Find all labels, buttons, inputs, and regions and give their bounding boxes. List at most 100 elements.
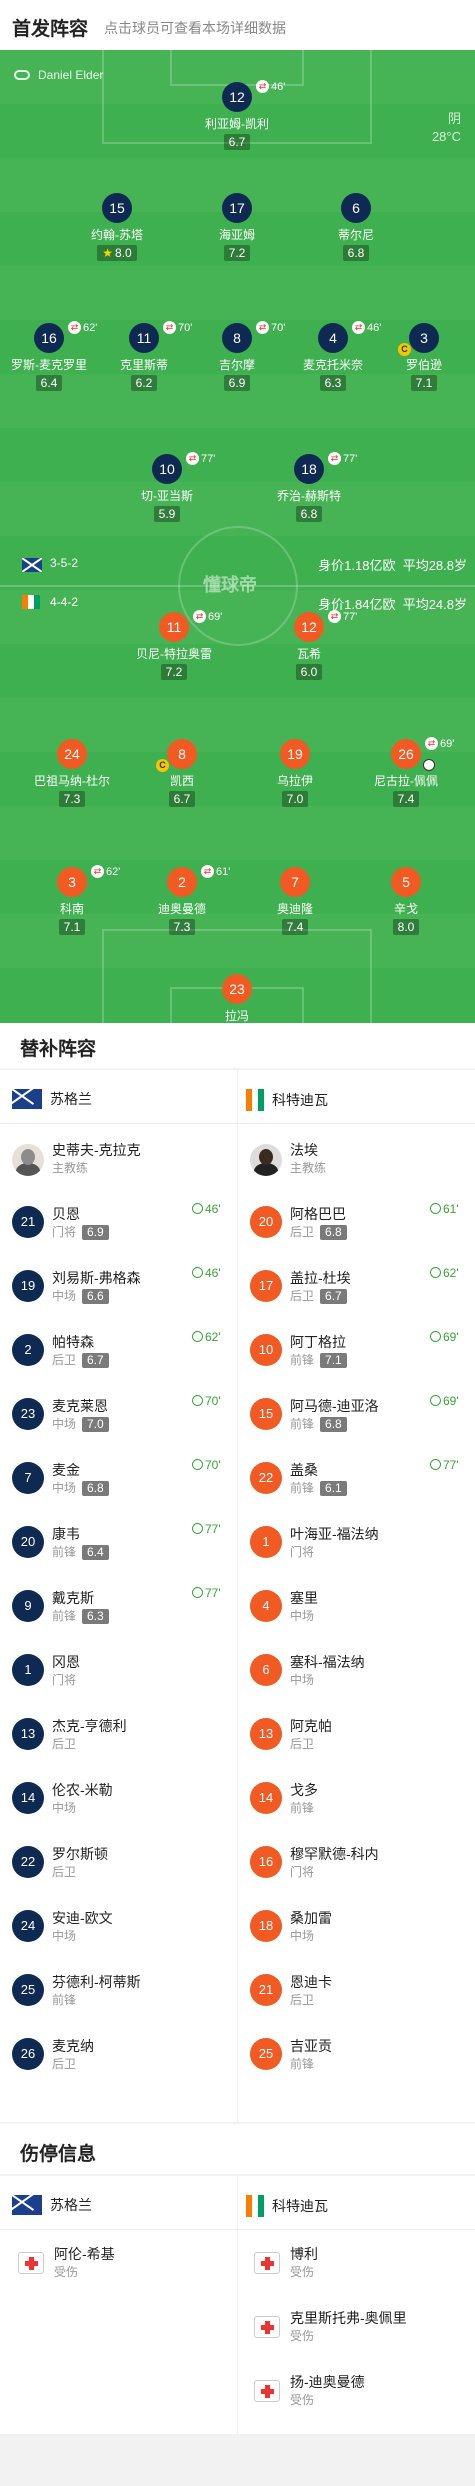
player-rating: 5.9 xyxy=(153,506,181,522)
player[interactable]: 5 辛戈 8.0 xyxy=(341,867,471,936)
player-number: 23 xyxy=(222,974,252,1004)
sub-player-row[interactable]: 13 阿克帕 后卫 xyxy=(250,1704,465,1768)
sub-player-number: 9 xyxy=(12,1590,44,1622)
sub-player-row[interactable]: 22 盖桑 前锋 6.1 77' xyxy=(250,1448,465,1512)
sub-player-position: 前锋 6.3 xyxy=(52,1607,109,1624)
sub-player-position: 前锋 xyxy=(52,1993,77,2007)
sub-player-rating: 6.6 xyxy=(82,1289,109,1304)
sub-player-row[interactable]: 6 塞科-福法纳 中场 xyxy=(250,1640,465,1704)
sub-player-row[interactable]: 4 塞里 中场 xyxy=(250,1576,465,1640)
player-rating: 7.2 xyxy=(160,664,188,680)
sub-player-row[interactable]: 20 阿格巴巴 后卫 6.8 61' xyxy=(250,1192,465,1256)
player[interactable]: 17 海亚姆 7.2 xyxy=(172,193,302,262)
injured-player-row[interactable]: 扬-迪奥曼德 受伤 xyxy=(254,2360,469,2424)
whistle-icon xyxy=(14,70,30,80)
scotland-flag-icon xyxy=(22,557,42,572)
player-rating: 7.3 xyxy=(168,919,196,935)
sub-player-position: 中场 7.0 xyxy=(52,1415,109,1432)
sub-player-row[interactable]: 24 安迪-欧文 中场 xyxy=(12,1896,227,1960)
player[interactable]: 12 ⇄ 46' 利亚姆-凯利 6.7 xyxy=(172,80,302,151)
player-rating: 7.3 xyxy=(58,791,86,807)
sub-player-row[interactable]: 19 刘易斯-弗格森 中场 6.6 46' xyxy=(12,1256,227,1320)
sub-player-position: 前锋 xyxy=(290,2057,315,2071)
player[interactable]: 15 约翰-苏塔 ★ 8.0 xyxy=(52,193,182,262)
player[interactable]: 8 C 凯西 6.7 xyxy=(117,739,247,808)
sub-player-row[interactable]: 23 麦克莱恩 中场 7.0 70' xyxy=(12,1384,227,1448)
sub-player-row[interactable]: 9 戴克斯 前锋 6.3 77' xyxy=(12,1576,227,1640)
sub-on-time: 46' xyxy=(192,1266,221,1280)
injury-status: 受伤 xyxy=(290,2329,315,2343)
injury-status: 受伤 xyxy=(290,2265,315,2279)
injury-home-team: 苏格兰 xyxy=(12,2195,92,2215)
sub-player-number: 20 xyxy=(12,1526,44,1558)
player[interactable]: 23拉冯7.5 xyxy=(172,974,302,1023)
sub-off-icon: ⇄ xyxy=(193,610,206,623)
sub-player-number: 22 xyxy=(12,1846,44,1878)
sub-player-row[interactable]: 18 桑加雷 中场 xyxy=(250,1896,465,1960)
sub-player-row[interactable]: 14 伦农-米勒 中场 xyxy=(12,1768,227,1832)
sub-player-name: 穆罕默德-科内 xyxy=(290,1846,379,1862)
sub-player-row[interactable]: 2 帕特森 后卫 6.7 62' xyxy=(12,1320,227,1384)
sub-player-name: 伦农-米勒 xyxy=(52,1782,113,1798)
sub-off-icon: ⇄ xyxy=(91,865,104,878)
sub-player-position: 门将 xyxy=(52,1673,77,1687)
player[interactable]: 18 ⇄ 77' 乔治-赫斯特 6.8 xyxy=(244,452,374,523)
sub-player-name: 桑加雷 xyxy=(290,1910,332,1926)
player-name: 瓦希 xyxy=(296,647,321,661)
sub-on-time: 69' xyxy=(430,1330,459,1344)
sub-player-row[interactable]: 21 恩迪卡 后卫 xyxy=(250,1960,465,2024)
first-aid-icon xyxy=(254,2252,280,2274)
sub-player-row[interactable]: 20 康韦 前锋 6.4 77' xyxy=(12,1512,227,1576)
player[interactable]: 10 ⇄ 77' 切-亚当斯 5.9 xyxy=(102,452,232,523)
sub-player-row[interactable]: 7 麦金 中场 6.8 70' xyxy=(12,1448,227,1512)
subs-title: 替补阵容 xyxy=(20,1039,97,1060)
player[interactable]: 2 ⇄ 61' 迪奥曼德 7.3 xyxy=(117,865,247,936)
sub-player-rating: 6.8 xyxy=(82,1481,109,1496)
player[interactable]: 26 ⇄ 69' 尼古拉-佩佩 7.4 xyxy=(341,737,471,808)
sub-player-row[interactable]: 22 罗尔斯顿 后卫 xyxy=(12,1832,227,1896)
player[interactable]: 6 蒂尔尼 6.8 xyxy=(291,193,421,262)
sub-player-row[interactable]: 13 杰克-亨德利 后卫 xyxy=(12,1704,227,1768)
sub-player-number: 16 xyxy=(250,1846,282,1878)
player[interactable]: 12 ⇄ 77' 瓦希 6.0 xyxy=(244,610,374,681)
sub-on-time: 61' xyxy=(430,1202,459,1216)
sub-player-row[interactable]: 21 贝恩 门将 6.9 46' xyxy=(12,1192,227,1256)
injured-player-name: 扬-迪奥曼德 xyxy=(290,2374,365,2390)
player[interactable]: 11 ⇄ 69' 贝尼-特拉奥雷 7.2 xyxy=(109,610,239,681)
injured-player-row[interactable]: 博利 受伤 xyxy=(254,2232,469,2296)
player-number: 12 xyxy=(222,82,252,112)
sub-player-row[interactable]: 17 盖拉-杜埃 后卫 6.7 62' xyxy=(250,1256,465,1320)
sub-player-number: 26 xyxy=(12,2038,44,2070)
sub-player-row[interactable]: 1 冈恩 门将 xyxy=(12,1640,227,1704)
sub-player-row[interactable]: 25 吉亚贡 前锋 xyxy=(250,2024,465,2088)
coach-role: 主教练 xyxy=(52,1161,89,1175)
referee-name: Daniel Elder xyxy=(38,68,104,82)
home-coach[interactable]: 史蒂夫-克拉克 主教练 xyxy=(12,1128,232,1192)
player-name: 切-亚当斯 xyxy=(141,489,193,503)
player-name: 罗伯逊 xyxy=(405,358,442,372)
injured-player-name: 博利 xyxy=(290,2246,318,2262)
sub-player-rating: 6.4 xyxy=(82,1545,109,1560)
away-coach[interactable]: 法埃 主教练 xyxy=(250,1128,470,1192)
sub-player-row[interactable]: 1 叶海亚-福法纳 门将 xyxy=(250,1512,465,1576)
sub-player-row[interactable]: 25 芬德利-柯蒂斯 前锋 xyxy=(12,1960,227,2024)
injured-player-row[interactable]: 克里斯托弗-奥佩里 受伤 xyxy=(254,2296,469,2360)
sub-player-position: 门将 xyxy=(290,1545,315,1559)
sub-player-position: 后卫 6.8 xyxy=(290,1223,347,1240)
sub-player-row[interactable]: 15 阿马德-迪亚洛 前锋 6.8 69' xyxy=(250,1384,465,1448)
player[interactable]: 3 C 罗伯逊 7.1 xyxy=(359,323,475,392)
sub-player-number: 10 xyxy=(250,1334,282,1366)
player-number: 8 xyxy=(222,323,252,353)
injured-player-row[interactable]: 阿伦-希基 受伤 xyxy=(18,2232,233,2296)
sub-player-row[interactable]: 16 穆罕默德-科内 门将 xyxy=(250,1832,465,1896)
sub-player-row[interactable]: 14 戈多 前锋 xyxy=(250,1768,465,1832)
sub-player-number: 18 xyxy=(250,1910,282,1942)
scotland-flag-icon xyxy=(12,1089,42,1109)
player-number: 3 xyxy=(57,867,87,897)
sub-off-indicator: ⇄ 69' xyxy=(193,610,222,623)
player-rating: 7.2 xyxy=(223,245,251,261)
sub-player-row[interactable]: 10 阿丁格拉 前锋 7.1 69' xyxy=(250,1320,465,1384)
ivory-coast-flag-icon xyxy=(22,595,40,609)
sub-player-row[interactable]: 26 麦克纳 后卫 xyxy=(12,2024,227,2088)
sub-player-position: 后卫 xyxy=(52,2057,77,2071)
